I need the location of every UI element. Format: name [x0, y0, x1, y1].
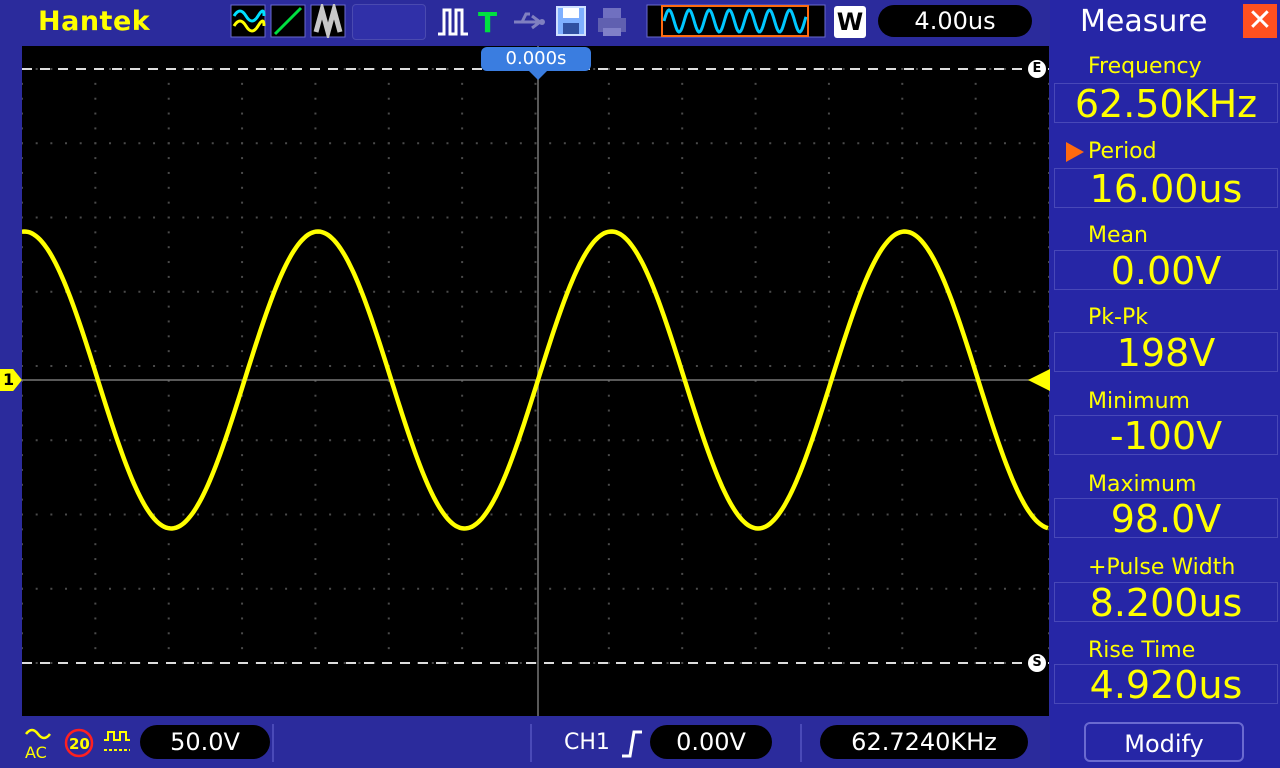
trigger-position-label[interactable]: 0.000s	[481, 47, 591, 71]
line-display-icon[interactable]	[270, 4, 306, 38]
measure-panel-header: Measure ✕	[1050, 0, 1280, 44]
persistence-icon[interactable]	[310, 4, 346, 38]
divider	[272, 724, 274, 762]
measure-label: Rise Time	[1088, 638, 1196, 663]
modify-button[interactable]: Modify	[1084, 722, 1244, 762]
trigger-level-value[interactable]: 0.00V	[650, 725, 772, 759]
measure-panel: Measure ✕ Frequency 62.50KHz Period 16.00us…	[1050, 0, 1280, 768]
measure-panel-title: Measure	[1080, 4, 1208, 39]
cursor-upper-marker[interactable]: E	[1028, 60, 1046, 78]
print-icon[interactable]	[594, 4, 630, 38]
coupling-label: AC	[25, 743, 47, 760]
run-status-icon[interactable]	[436, 4, 470, 38]
svg-text:T: T	[478, 6, 497, 38]
measure-label: +Pulse Width	[1088, 555, 1236, 580]
zoom-mode-indicator[interactable]: W	[834, 6, 866, 38]
measure-value[interactable]: 0.00V	[1054, 250, 1278, 291]
bandwidth-limit-icon[interactable]: 20	[64, 728, 94, 758]
measure-value[interactable]: 98.0V	[1054, 498, 1278, 539]
trigger-position-arrow-icon	[528, 70, 548, 80]
waveform-display[interactable]	[22, 46, 1049, 716]
waveform-mode-icon[interactable]	[230, 4, 266, 38]
rising-edge-icon[interactable]	[620, 728, 644, 758]
timebase-value[interactable]: 4.00us	[878, 5, 1032, 37]
selected-arrow-icon	[1066, 142, 1084, 162]
ac-coupling-icon[interactable]: AC	[24, 726, 52, 760]
memory-view-icon[interactable]	[646, 4, 826, 38]
ch1-ground-marker[interactable]: 1	[0, 369, 22, 391]
usb-icon	[514, 12, 545, 30]
measure-value[interactable]: 16.00us	[1054, 168, 1278, 209]
measure-value[interactable]: 62.50KHz	[1054, 83, 1278, 124]
measure-label: Minimum	[1088, 389, 1190, 414]
bw-limit-label: 20	[69, 735, 90, 753]
brand-logo: Hantek	[38, 6, 151, 37]
pulse-icon[interactable]	[102, 728, 132, 756]
save-icon[interactable]	[554, 4, 588, 38]
trigger-icon[interactable]: T	[476, 4, 502, 38]
bottom-status-bar: AC 20 50.0V CH1 0.00V 62.7240KHz	[0, 718, 1050, 768]
measure-label: Mean	[1088, 223, 1148, 248]
volts-per-div-value[interactable]: 50.0V	[140, 725, 270, 759]
trigger-source-label[interactable]: CH1	[564, 730, 610, 755]
measure-value[interactable]: 198V	[1054, 332, 1278, 373]
measure-label: Period	[1088, 139, 1157, 164]
top-status-bar: Hantek T W 4.00us	[0, 0, 1050, 44]
measure-value[interactable]: 4.920us	[1054, 664, 1278, 705]
measure-value[interactable]: -100V	[1054, 415, 1278, 456]
measure-label: Maximum	[1088, 472, 1197, 497]
close-button[interactable]: ✕	[1243, 4, 1277, 38]
measure-label: Pk-Pk	[1088, 305, 1148, 330]
trigger-frequency-value: 62.7240KHz	[820, 725, 1028, 759]
scope-grid	[22, 46, 1049, 716]
measure-label: Frequency	[1088, 54, 1202, 79]
divider	[800, 724, 802, 762]
empty-status-slot	[352, 4, 426, 40]
measure-value[interactable]: 8.200us	[1054, 582, 1278, 623]
divider	[530, 724, 532, 762]
cursor-lower-marker[interactable]: S	[1028, 654, 1046, 672]
